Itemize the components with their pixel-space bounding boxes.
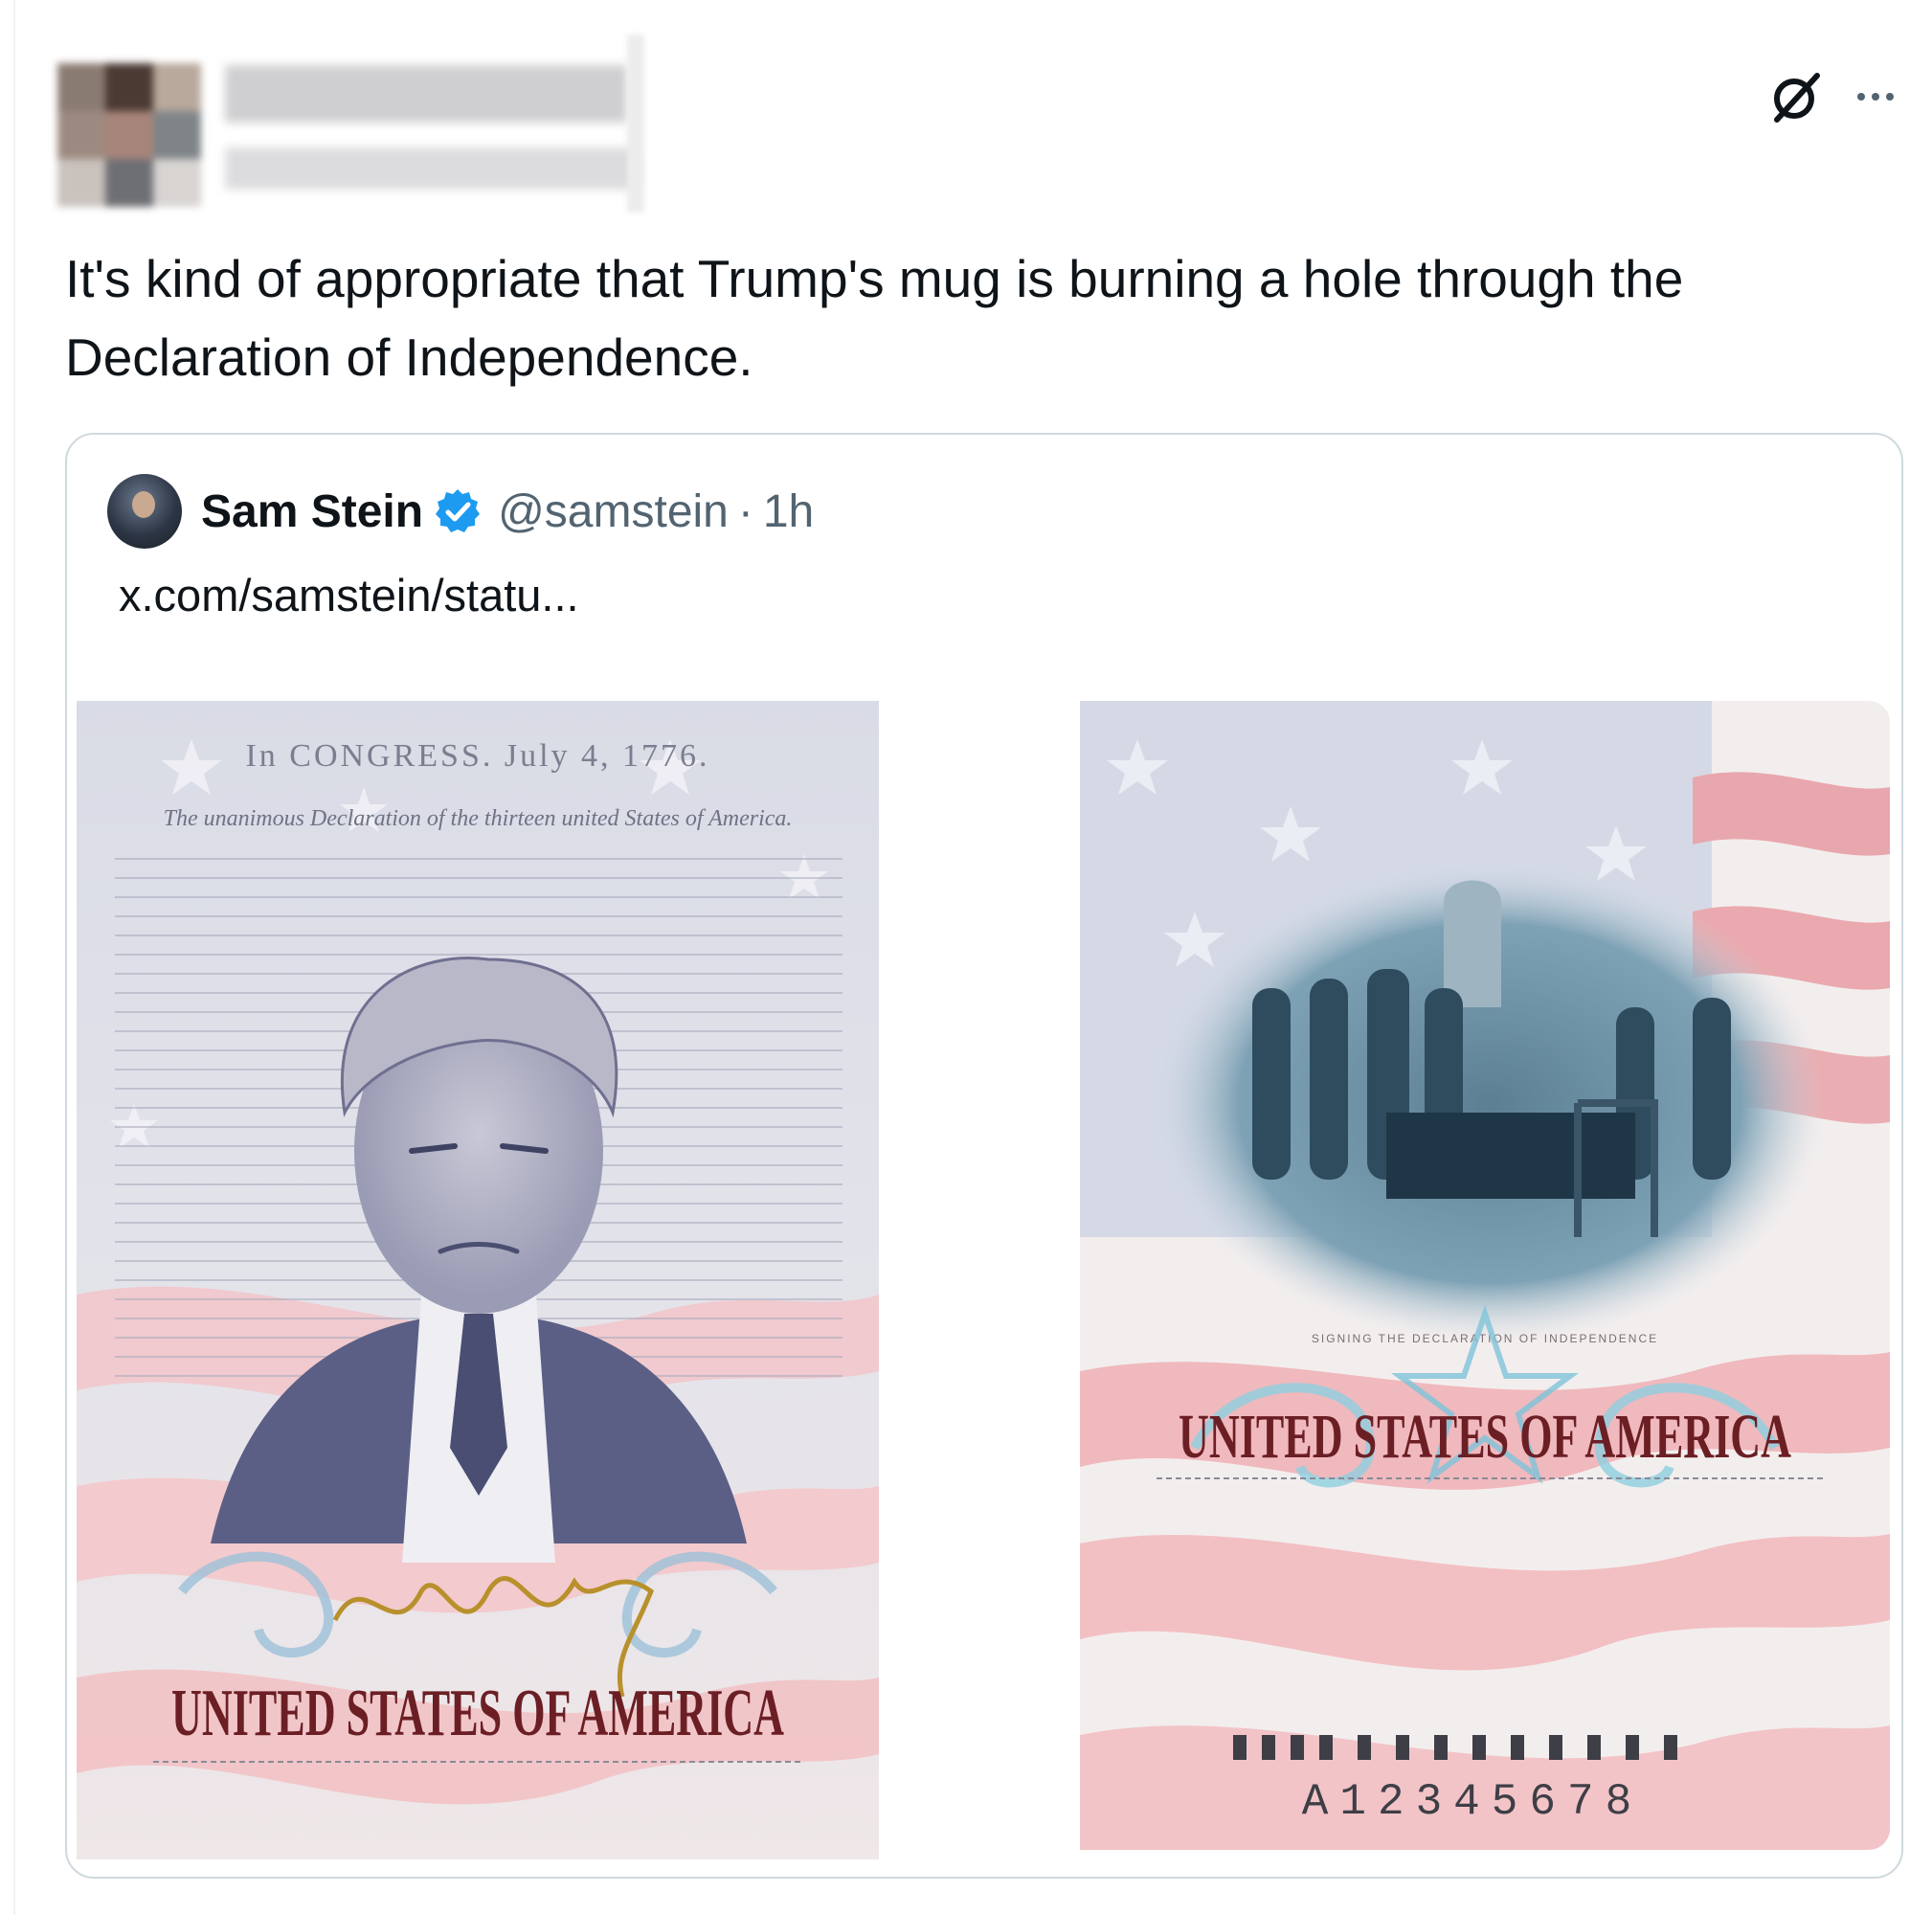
image-passport-front[interactable]: In CONGRESS. July 4, 1776. The unanimous… [77,701,879,1859]
verified-badge-icon [436,489,481,532]
author-name[interactable]: Sam Stein [201,485,423,538]
post-author-redacted[interactable] [57,34,644,213]
post-text: It's kind of appropriate that Trump's mu… [65,249,1684,387]
post-timestamp[interactable]: 1h [763,485,814,538]
redacted-avatar[interactable] [57,63,201,207]
author-handle[interactable]: @samstein [498,485,729,538]
redaction-edge [627,34,644,213]
redacted-handle[interactable] [225,147,637,190]
declaration-header: In CONGRESS. July 4, 1776. [245,738,709,774]
scene-caption: SIGNING THE DECLARATION OF INDEPENDENCE [1312,1332,1658,1345]
more-icon[interactable] [1857,93,1894,101]
grok-icon[interactable] [1767,68,1825,125]
quoted-post[interactable]: Sam Stein @samstein · 1h x.com/samstein/… [65,433,1903,1879]
declaration-subheader: The unanimous Declaration of the thirtee… [164,806,793,831]
post-actions-top [1767,63,1894,130]
quoted-post-header: Sam Stein @samstein · 1h [107,473,814,550]
signing-scene-engraving [1155,864,1825,1342]
passport-title-left: UNITED STATES OF AMERICA [171,1677,784,1750]
redacted-display-name[interactable] [225,65,627,123]
quoted-link[interactable]: x.com/samstein/statu... [119,569,579,621]
separator-dot: · [737,485,753,537]
image-passport-back[interactable]: SIGNING THE DECLARATION OF INDEPENDENCE … [1080,701,1890,1850]
timeline-left-border [13,0,15,1915]
passport-title-right: UNITED STATES OF AMERICA [1179,1402,1791,1472]
avatar[interactable] [107,474,182,549]
passport-number: A12345678 [1302,1777,1643,1827]
